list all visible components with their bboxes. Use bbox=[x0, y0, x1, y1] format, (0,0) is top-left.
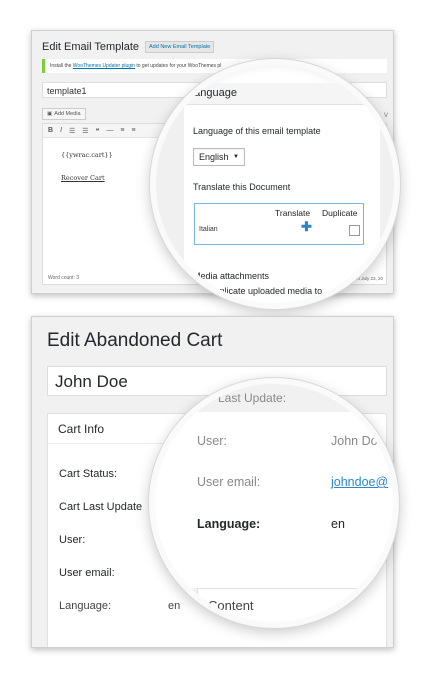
duplicate-checkbox[interactable] bbox=[349, 225, 360, 236]
recover-cart-link[interactable]: Recover Cart bbox=[61, 174, 105, 182]
zoom-user-value: John Do bbox=[331, 434, 378, 448]
media-icon: ▣ bbox=[47, 111, 53, 117]
align-center-icon[interactable]: ≡ bbox=[131, 127, 135, 134]
cart-last-update-label: Cart Last Update bbox=[59, 501, 143, 513]
media-attachments-label: Media attachments bbox=[193, 271, 270, 281]
user-email-label: User email: bbox=[59, 567, 115, 579]
page-title: Edit Abandoned Cart bbox=[47, 330, 223, 351]
duplicate-column-header: Duplicate bbox=[322, 208, 358, 218]
zoom-user-email-link[interactable]: johndoe@ bbox=[331, 475, 388, 489]
language-select[interactable]: English ▼ bbox=[193, 148, 245, 166]
zoom-user-email-label: User email: bbox=[197, 475, 261, 489]
dropdown-arrow-icon: ▼ bbox=[233, 154, 239, 160]
cart-info-magnifier: Last Update: User: John Do User email: j… bbox=[149, 378, 399, 628]
page-title: Edit Email Template bbox=[42, 41, 140, 53]
zoom-content-heading: Content bbox=[208, 598, 254, 613]
zoom-last-update-label: Last Update: bbox=[218, 391, 287, 405]
updater-notice: Install the WooThemes Updater plugin to … bbox=[42, 59, 387, 73]
translation-language-italian: Italian bbox=[199, 226, 218, 233]
add-new-template-button[interactable]: Add New Email Template bbox=[145, 41, 215, 53]
duplicate-media-checkbox[interactable] bbox=[196, 286, 205, 295]
horizontal-line-icon[interactable]: — bbox=[106, 127, 113, 134]
bold-icon[interactable]: B bbox=[48, 127, 53, 134]
language-label: Language: bbox=[59, 600, 111, 612]
updater-plugin-link[interactable]: WooThemes Updater plugin bbox=[73, 63, 135, 69]
zoom-language-value: en bbox=[331, 517, 345, 531]
add-media-button[interactable]: ▣ Add Media bbox=[42, 108, 86, 120]
word-count: Word count: 3 bbox=[48, 275, 80, 281]
blockquote-icon[interactable]: ❝ bbox=[96, 127, 100, 135]
translate-document-label: Translate this Document bbox=[193, 182, 291, 192]
user-label: User: bbox=[59, 534, 86, 546]
italic-icon[interactable]: I bbox=[60, 127, 62, 134]
align-left-icon[interactable]: ≡ bbox=[120, 127, 124, 134]
translations-table: Translate Duplicate Italian ✚ bbox=[194, 203, 364, 245]
add-media-label: Add Media bbox=[54, 111, 81, 117]
language-select-value: English bbox=[199, 152, 229, 162]
language-box-title: Language bbox=[188, 87, 237, 99]
add-translation-plus-icon[interactable]: ✚ bbox=[301, 220, 312, 233]
zoom-user-label: User: bbox=[197, 434, 227, 448]
language-magnifier: Language Language of this email template… bbox=[150, 59, 400, 309]
zoom-language-label: Language: bbox=[197, 517, 261, 531]
translate-column-header: Translate bbox=[275, 208, 311, 218]
cart-placeholder: {{ywrac.cart}} bbox=[61, 151, 113, 159]
magnifier-bg-left bbox=[156, 105, 184, 303]
language-of-template-label: Language of this email template bbox=[193, 126, 321, 136]
cart-status-label: Cart Status: bbox=[59, 468, 118, 480]
numbered-list-icon[interactable]: ☰ bbox=[82, 127, 88, 135]
notice-suffix: to get updates for your WooThemes pl bbox=[136, 63, 222, 69]
bullet-list-icon[interactable]: ☰ bbox=[69, 127, 75, 135]
duplicate-media-label: Duplicate uploaded media to bbox=[208, 286, 323, 296]
email-template-header: Edit Email Template Add New Email Templa… bbox=[42, 41, 215, 53]
notice-prefix: Install the bbox=[50, 63, 72, 69]
